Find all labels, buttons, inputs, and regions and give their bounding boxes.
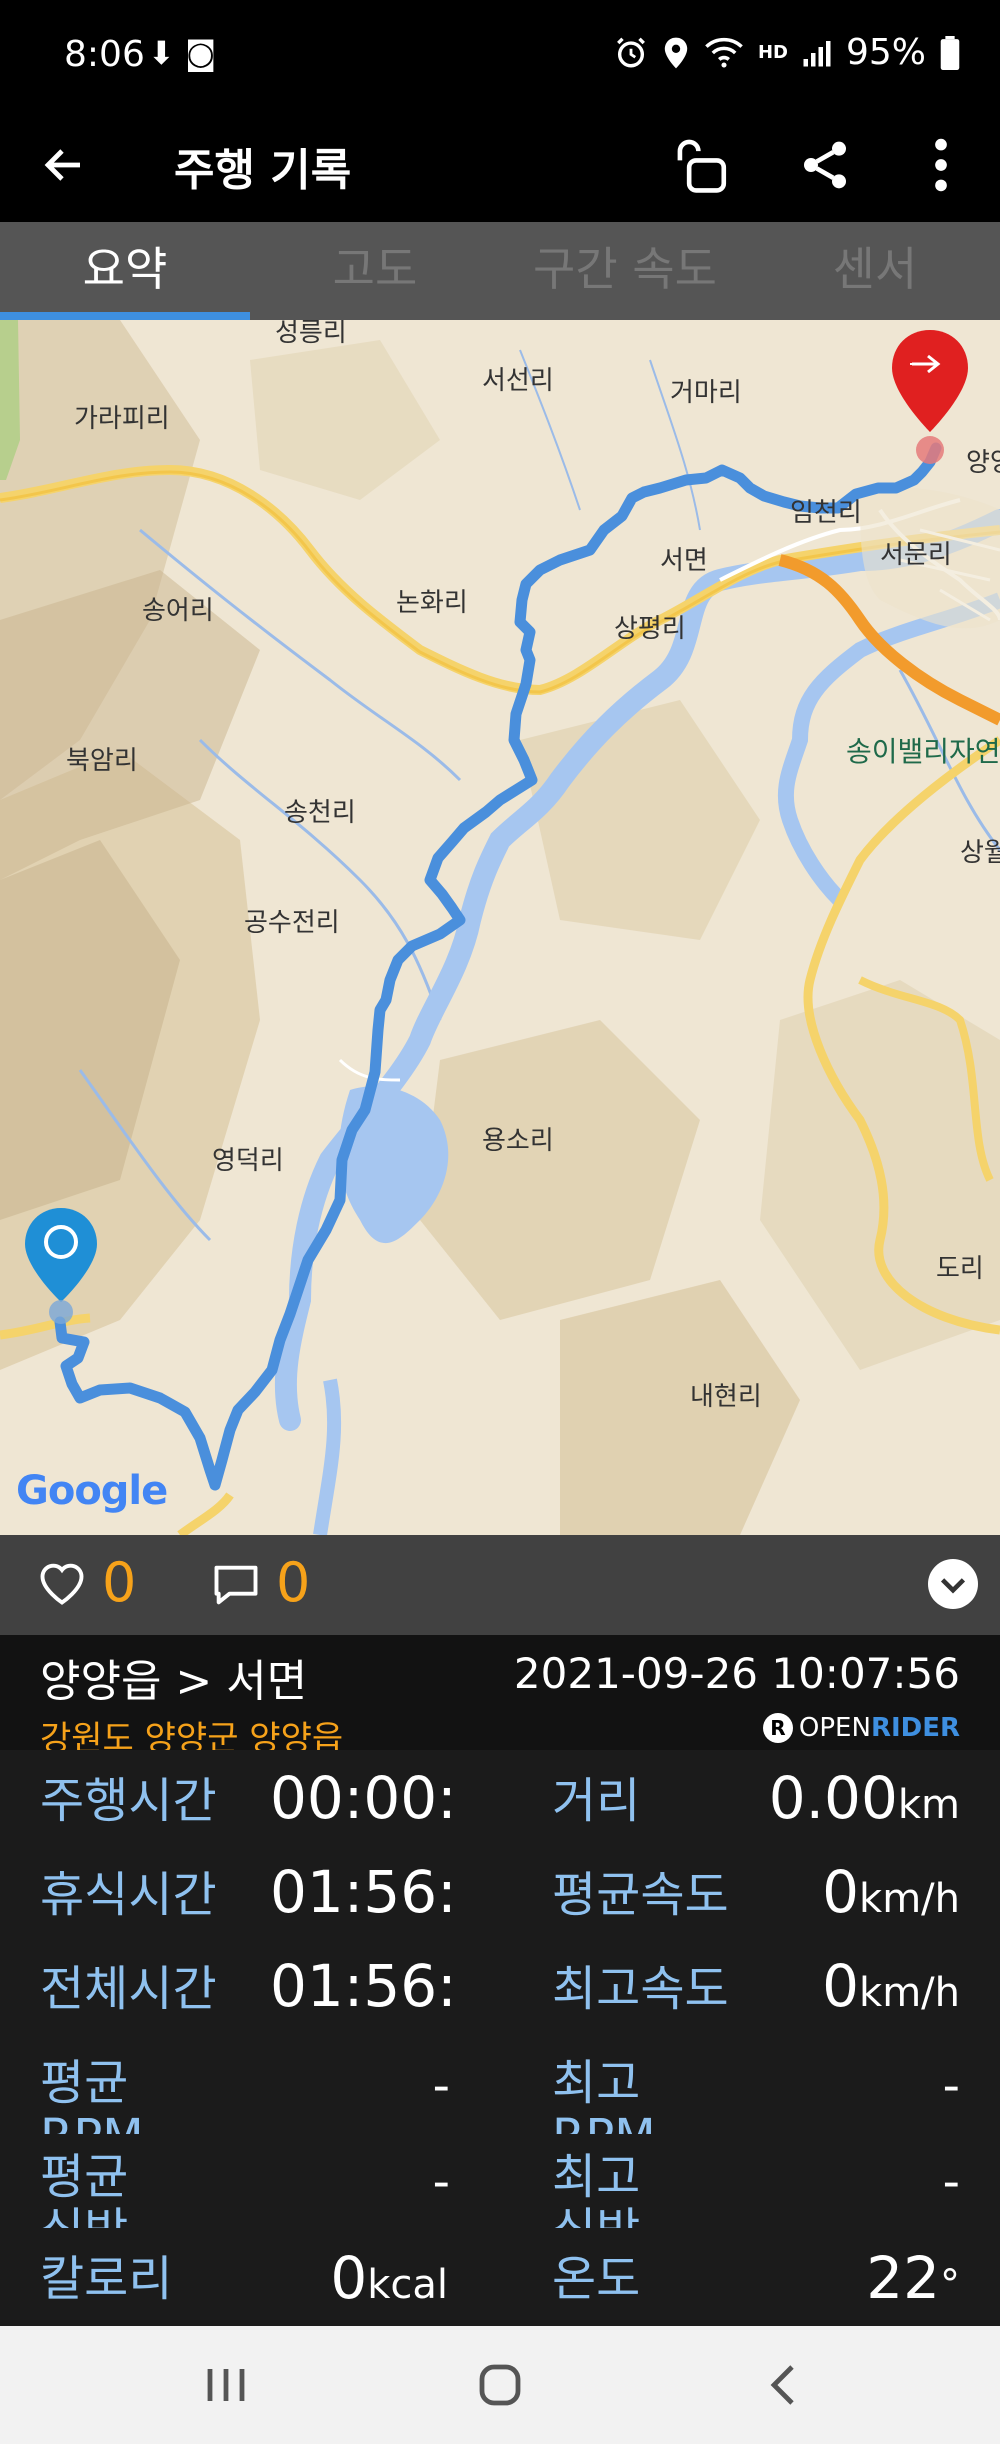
app-bar: 주행 기록 [0, 110, 1000, 222]
map-label: 도리 [936, 1254, 984, 1284]
stat-value-distance: 0.00km [768, 1764, 960, 1832]
back-arrow-icon [44, 149, 80, 181]
stat-label-avg-heart-rate: 평균 심박 [40, 2150, 129, 2228]
status-bar: 8:06 ⬇ ◙ HD 95% [0, 0, 1000, 110]
comment-icon [214, 1565, 258, 1605]
ride-region: 강원도 양양군 양양읍 [40, 1719, 344, 1750]
map-label: 서문리 [880, 540, 952, 570]
back-nav-button[interactable] [754, 2360, 814, 2410]
recent-apps-button[interactable] [196, 2360, 256, 2410]
stat-value-total-time: 01:56: [270, 1952, 457, 2020]
stat-value-temperature: 22° [866, 2244, 960, 2312]
like-count: 0 [102, 1551, 137, 1614]
map-label: 성릉리 [275, 320, 347, 348]
heart-icon [40, 1563, 84, 1605]
tab-summary[interactable]: 요약 [0, 222, 250, 320]
finish-pin-icon [892, 330, 968, 464]
system-nav-bar [0, 2326, 1000, 2444]
map-label: 서면 [660, 546, 708, 576]
hd-voice-icon: HD [757, 41, 788, 63]
stat-label-calories: 칼로리 [40, 2252, 173, 2306]
stat-label-max-speed: 최고속도 [552, 1962, 729, 2016]
start-pin-icon [25, 1208, 97, 1324]
map-label: 용소리 [482, 1126, 554, 1156]
stats-panel: 주행시간 00:00: 거리 0.00km 휴식시간 01:56: 평균속도 0… [0, 1750, 1000, 2326]
map-label: 상평리 [614, 614, 686, 644]
start-marker[interactable] [22, 1206, 100, 1326]
comment-count: 0 [276, 1551, 311, 1614]
stat-label-max-heart-rate: 최고 심박 [552, 2150, 641, 2228]
expand-button[interactable] [928, 1559, 978, 1609]
status-right: HD 95% [614, 32, 960, 73]
stat-label-distance: 거리 [552, 1774, 641, 1828]
download-notification-icon: ⬇ ◙ [148, 34, 217, 72]
openrider-r-icon: R [762, 1713, 793, 1743]
stat-value-avg-speed: 0km/h [822, 1858, 960, 1926]
battery-icon [940, 35, 960, 70]
chevron-down-icon [940, 1578, 966, 1594]
tab-sensor[interactable]: 센서 [750, 222, 1000, 320]
social-bar: 0 0 [0, 1535, 1000, 1635]
stat-value-rest-time: 01:56: [270, 1858, 457, 1926]
stat-label-rest-time: 휴식시간 [40, 1868, 217, 1922]
back-chevron-icon [770, 2365, 794, 2405]
map-label: 영덕리 [212, 1146, 284, 1176]
recent-apps-icon [207, 2369, 245, 2401]
google-logo: Google [16, 1468, 168, 1514]
map-label: 임천리 [790, 498, 862, 528]
route-name: 양양읍 > 서면 [40, 1656, 308, 1707]
location-icon [664, 37, 688, 68]
ride-info-header: 양양읍 > 서면 2021-09-26 10:07:56 강원도 양양군 양양읍… [0, 1635, 1000, 1750]
map-label: 서선리 [482, 366, 554, 396]
tab-section-speed[interactable]: 구간 속도 [500, 222, 750, 320]
status-time: 8:06 [64, 34, 145, 75]
tab-bar: 요약 고도 구간 속도 센서 [0, 222, 1000, 320]
stat-value-max-heart-rate: - [942, 2154, 960, 2210]
ride-datetime: 2021-09-26 10:07:56 [513, 1649, 960, 1698]
stat-label-ride-time: 주행시간 [40, 1774, 217, 1828]
alarm-icon [617, 37, 645, 67]
page-title: 주행 기록 [174, 145, 352, 196]
unlock-icon [677, 139, 727, 193]
map-label: 거마리 [670, 378, 742, 408]
lock-button[interactable] [670, 130, 740, 200]
openrider-logo: R OPEN RIDER [762, 1713, 960, 1743]
stat-value-ride-time: 00:00: [270, 1764, 457, 1832]
finish-marker[interactable] [888, 328, 972, 470]
map-label: 북암리 [66, 746, 138, 776]
map-label: 공수전리 [244, 908, 340, 938]
stat-label-avg-speed: 평균속도 [552, 1868, 729, 1922]
map-label: 논화리 [396, 588, 468, 618]
route-map[interactable]: 성릉리 가라피리 서선리 거마리 양양 임천리 서면 서문리 송어리 논화리 상… [0, 320, 1000, 1535]
stat-value-avg-rpm: - [432, 2058, 450, 2114]
map-label: 내현리 [690, 1382, 762, 1412]
stat-value-calories: 0kcal [330, 2244, 448, 2312]
signal-icon [803, 40, 831, 66]
stat-value-max-speed: 0km/h [822, 1952, 960, 2020]
share-icon [804, 141, 846, 189]
home-icon [479, 2364, 521, 2406]
stat-label-total-time: 전체시간 [40, 1962, 217, 2016]
map-label: 송천리 [284, 798, 356, 828]
map-label: 송이밸리자연 [846, 735, 1000, 768]
like-button[interactable] [36, 1557, 90, 1611]
tab-indicator [0, 312, 250, 320]
stat-value-avg-heart-rate: - [432, 2154, 450, 2210]
map-label: 상월 [960, 838, 1000, 868]
stat-label-max-rpm: 최고 RPM [552, 2056, 652, 2134]
share-button[interactable] [790, 130, 860, 200]
stat-value-max-rpm: - [942, 2058, 960, 2114]
stat-label-temperature: 온도 [552, 2252, 641, 2306]
wifi-icon [705, 37, 743, 68]
more-vert-icon [935, 138, 947, 192]
battery-percent: 95% [845, 32, 926, 73]
more-options-button[interactable] [906, 130, 976, 200]
stat-label-avg-rpm: 평균 RPM [40, 2056, 140, 2134]
map-label: 가라피리 [74, 404, 170, 434]
home-button[interactable] [470, 2360, 530, 2410]
back-button[interactable] [40, 130, 100, 200]
tab-altitude[interactable]: 고도 [250, 222, 500, 320]
comment-button[interactable] [210, 1559, 262, 1611]
map-label: 송어리 [142, 596, 214, 626]
